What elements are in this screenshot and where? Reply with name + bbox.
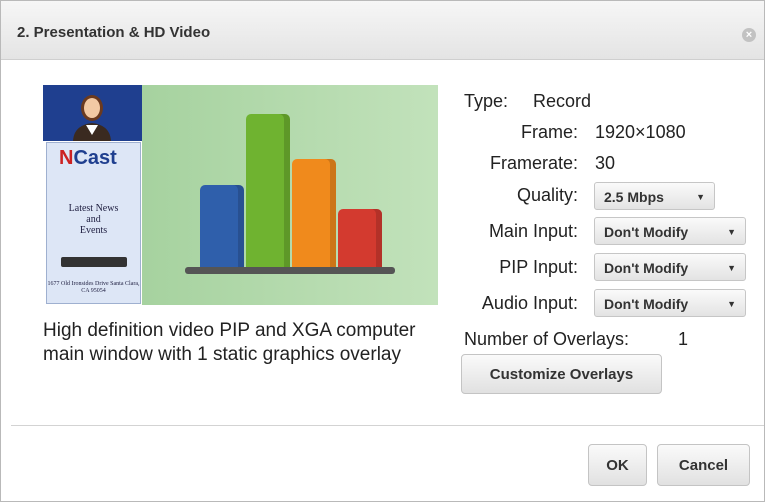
pip-input-select-value: Don't Modify — [604, 260, 689, 276]
framerate-label: Framerate: — [489, 153, 578, 173]
frame-value: 1920×1080 — [595, 122, 686, 142]
preview-presenter — [43, 85, 142, 141]
dialog: 2. Presentation & HD Video × NCast Lates… — [0, 0, 765, 502]
framerate-value: 30 — [595, 153, 616, 173]
preview-image: NCast Latest News and Events 1677 Old Ir… — [43, 85, 438, 305]
customize-overlays-button[interactable]: Customize Overlays — [461, 354, 662, 394]
type-label: Type: — [464, 91, 509, 111]
chevron-down-icon: ▼ — [727, 263, 736, 273]
preview-card: NCast Latest News and Events 1677 Old Ir… — [46, 142, 141, 304]
ncast-logo: NCast — [59, 147, 117, 169]
news-line-2: and — [86, 214, 101, 225]
presenter-icon — [73, 95, 111, 141]
preview-bar — [292, 159, 336, 268]
footer-divider — [11, 425, 764, 426]
description-text: High definition video PIP and XGA comput… — [43, 320, 416, 365]
overlays-value: 1 — [678, 329, 689, 349]
preview-chart — [142, 85, 438, 305]
chevron-down-icon: ▼ — [696, 192, 705, 202]
chevron-down-icon: ▼ — [727, 227, 736, 237]
address-text: 1677 Old Ironsides Drive Santa Clara, CA… — [47, 281, 140, 294]
main-input-select[interactable]: Don't Modify ▼ — [594, 217, 746, 245]
cancel-button[interactable]: Cancel — [657, 444, 750, 486]
preview-bar — [246, 114, 290, 268]
pip-input-label: PIP Input: — [499, 257, 578, 277]
audio-input-select-value: Don't Modify — [604, 296, 689, 312]
audio-input-select[interactable]: Don't Modify ▼ — [594, 289, 746, 317]
device-image — [61, 257, 127, 267]
ok-button[interactable]: OK — [588, 444, 647, 486]
preview-bar — [200, 185, 244, 268]
pip-input-select[interactable]: Don't Modify ▼ — [594, 253, 746, 281]
preview-sidebar: NCast Latest News and Events 1677 Old Ir… — [43, 85, 142, 305]
overlays-label: Number of Overlays: — [464, 329, 630, 349]
chevron-down-icon: ▼ — [727, 299, 736, 309]
frame-label: Frame: — [520, 122, 578, 142]
main-input-select-value: Don't Modify — [604, 224, 689, 240]
quality-select[interactable]: 2.5 Mbps ▼ — [594, 182, 715, 210]
news-line-1: Latest News — [68, 203, 119, 214]
quality-label: Quality: — [516, 185, 578, 205]
dialog-titlebar: 2. Presentation & HD Video × — [1, 1, 764, 60]
type-value: Record — [533, 91, 592, 111]
dialog-title: 2. Presentation & HD Video — [17, 24, 211, 41]
news-line-3: Events — [79, 225, 108, 236]
preview-baseline — [185, 267, 395, 274]
main-input-label: Main Input: — [488, 221, 578, 241]
audio-input-label: Audio Input: — [481, 293, 578, 313]
preview-bar — [338, 209, 382, 268]
quality-select-value: 2.5 Mbps — [604, 189, 664, 205]
close-icon[interactable]: × — [742, 28, 756, 42]
